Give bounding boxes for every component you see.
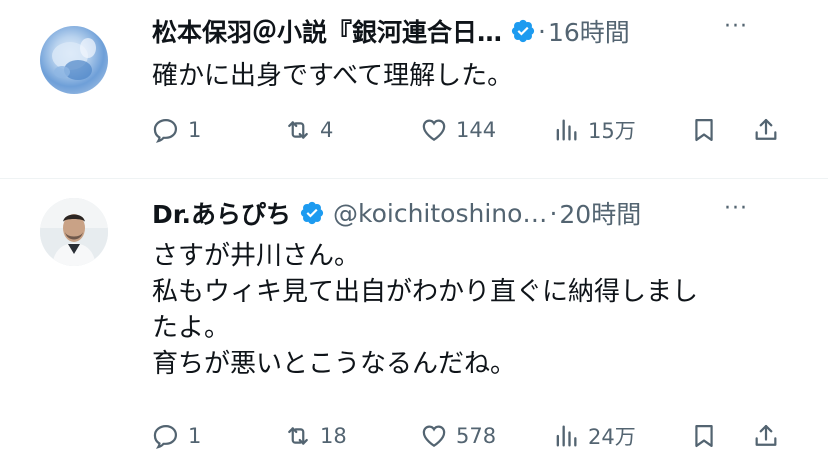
like-button[interactable]: 144 xyxy=(420,110,496,150)
dot-separator: · xyxy=(538,16,546,46)
timestamp[interactable]: 16時間 xyxy=(548,13,630,49)
retweet-count: 4 xyxy=(320,118,334,142)
like-button[interactable]: 578 xyxy=(420,416,496,456)
reply-count: 1 xyxy=(188,424,202,448)
dot-separator: · xyxy=(549,198,558,228)
tweet-text-line: 私もウィキ見て出自がわかり直ぐに納得しまし xyxy=(152,277,699,307)
retweet-count: 18 xyxy=(320,424,347,448)
bookmark-button[interactable] xyxy=(690,416,718,456)
tweet-header: Dr.あらぴち @koichitoshino… · 20時間 ··· xyxy=(152,196,788,230)
tweet-text-line: さすが井川さん。 xyxy=(152,241,361,271)
timestamp[interactable]: 20時間 xyxy=(559,195,641,231)
heart-icon xyxy=(422,425,446,447)
like-count: 144 xyxy=(456,118,497,142)
verified-badge-icon xyxy=(299,200,325,226)
views-bar-chart-icon xyxy=(556,425,577,447)
more-options-icon[interactable]: ··· xyxy=(724,196,748,221)
tweet-text: 確かに出身ですべて理解した。 xyxy=(152,58,798,94)
bookmark-icon xyxy=(695,118,713,142)
avatar[interactable] xyxy=(40,26,108,94)
views-bar-chart-icon xyxy=(556,119,577,141)
tweet-1[interactable]: 松本保羽＠小説『銀河連合日… · 16時間 ··· 確かに出身ですべて理解した。… xyxy=(0,0,828,178)
avatar[interactable] xyxy=(40,198,108,266)
tweet-text-line: たよ。 xyxy=(152,313,231,343)
share-button[interactable] xyxy=(752,110,780,150)
view-count: 15万 xyxy=(588,119,636,143)
retweet-button[interactable]: 18 xyxy=(284,416,347,456)
display-name[interactable]: 松本保羽＠小説『銀河連合日… xyxy=(152,13,502,49)
share-button[interactable] xyxy=(752,416,780,456)
retweet-icon xyxy=(288,427,308,445)
reply-icon xyxy=(153,424,178,449)
heart-icon xyxy=(422,119,446,141)
reply-icon xyxy=(153,118,178,143)
retweet-button[interactable]: 4 xyxy=(284,110,333,150)
tweet-text: さすが井川さん。 私もウィキ見て出自がわかり直ぐに納得しまし たよ。 育ちが悪い… xyxy=(152,238,798,382)
verified-badge-icon xyxy=(510,18,536,44)
views-button[interactable]: 15万 xyxy=(552,110,636,150)
bookmark-button[interactable] xyxy=(690,110,718,150)
tweet-text-line: 確かに出身ですべて理解した。 xyxy=(152,61,514,91)
like-count: 578 xyxy=(456,424,497,448)
tweet-text-line: 育ちが悪いとこうなるんだね。 xyxy=(152,349,517,379)
reply-button[interactable]: 1 xyxy=(152,416,201,456)
display-name[interactable]: Dr.あらぴち xyxy=(152,195,291,231)
share-icon xyxy=(755,118,777,140)
bookmark-icon xyxy=(695,424,713,448)
action-bar: 1 4 144 15万 xyxy=(152,110,788,150)
views-button[interactable]: 24万 xyxy=(552,416,636,456)
handle[interactable]: @koichitoshino… xyxy=(333,199,547,228)
action-bar: 1 18 578 24万 xyxy=(152,416,788,456)
more-options-icon[interactable]: ··· xyxy=(724,14,748,39)
reply-count: 1 xyxy=(188,118,202,142)
view-count: 24万 xyxy=(588,425,636,449)
retweet-icon xyxy=(288,121,308,139)
tweet-2[interactable]: Dr.あらぴち @koichitoshino… · 20時間 ··· さすが井川… xyxy=(0,178,828,472)
share-icon xyxy=(755,424,777,446)
reply-button[interactable]: 1 xyxy=(152,110,201,150)
tweet-header: 松本保羽＠小説『銀河連合日… · 16時間 ··· xyxy=(152,14,788,48)
